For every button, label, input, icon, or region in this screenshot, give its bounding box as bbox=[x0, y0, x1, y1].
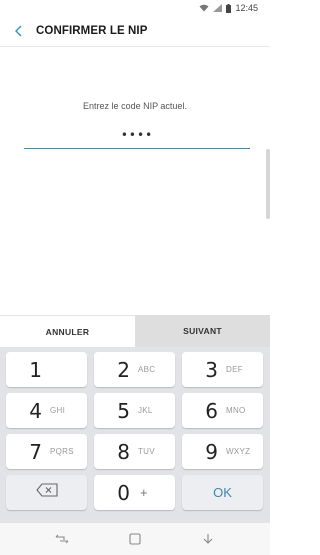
pin-content: Entrez le code NIP actuel. •••• bbox=[0, 47, 270, 315]
key-letters: MNO bbox=[226, 406, 246, 415]
next-button[interactable]: SUIVANT bbox=[135, 315, 270, 347]
key-digit: 9 bbox=[205, 439, 218, 464]
backspace-icon bbox=[35, 483, 58, 502]
key-digit: 3 bbox=[205, 357, 218, 382]
key-digit: 1 bbox=[29, 357, 42, 382]
app-bar: CONFIRMER LE NIP bbox=[0, 16, 270, 46]
key-0[interactable]: 0 + bbox=[94, 475, 175, 510]
pin-prompt: Entrez le code NIP actuel. bbox=[83, 101, 187, 111]
key-letters: + bbox=[140, 485, 148, 500]
key-digit: 4 bbox=[29, 398, 42, 423]
key-letters: ABC bbox=[138, 365, 156, 374]
home-icon[interactable] bbox=[120, 524, 150, 554]
key-1[interactable]: 1 bbox=[6, 352, 87, 387]
key-letters: DEF bbox=[226, 365, 243, 374]
key-6[interactable]: 6 MNO bbox=[182, 393, 263, 428]
back-arrow-icon[interactable] bbox=[2, 16, 36, 46]
ok-key[interactable]: OK bbox=[182, 475, 263, 510]
action-row: ANNULER SUIVANT bbox=[0, 315, 270, 347]
status-time: 12:45 bbox=[235, 3, 258, 13]
key-letters: GHI bbox=[50, 406, 66, 415]
scroll-handle[interactable] bbox=[266, 149, 270, 219]
key-digit: 8 bbox=[117, 439, 130, 464]
key-letters: WXYZ bbox=[226, 447, 251, 456]
key-letters: JKL bbox=[138, 406, 153, 415]
key-8[interactable]: 8 TUV bbox=[94, 434, 175, 469]
backspace-key[interactable] bbox=[6, 475, 87, 510]
key-3[interactable]: 3 DEF bbox=[182, 352, 263, 387]
key-7[interactable]: 7 PQRS bbox=[6, 434, 87, 469]
key-digit: 0 bbox=[117, 480, 130, 505]
key-2[interactable]: 2 ABC bbox=[94, 352, 175, 387]
battery-icon bbox=[226, 3, 232, 13]
page-title: CONFIRMER LE NIP bbox=[36, 25, 148, 37]
cancel-button[interactable]: ANNULER bbox=[0, 315, 135, 347]
system-nav-bar bbox=[0, 523, 270, 555]
key-digit: 7 bbox=[29, 439, 42, 464]
key-9[interactable]: 9 WXYZ bbox=[182, 434, 263, 469]
key-digit: 2 bbox=[117, 357, 130, 382]
numeric-keypad: 1 2 ABC 3 DEF 4 GHI 5 JKL 6 MNO 7 PQRS 8… bbox=[0, 347, 270, 523]
wifi-icon bbox=[199, 4, 209, 12]
pin-input[interactable]: •••• bbox=[24, 125, 250, 149]
status-bar: 12:45 bbox=[0, 0, 270, 16]
signal-icon bbox=[213, 4, 223, 12]
key-5[interactable]: 5 JKL bbox=[94, 393, 175, 428]
recents-icon[interactable] bbox=[47, 524, 77, 554]
ok-label: OK bbox=[213, 485, 232, 500]
key-letters: PQRS bbox=[50, 447, 74, 456]
key-4[interactable]: 4 GHI bbox=[6, 393, 87, 428]
key-digit: 5 bbox=[117, 398, 130, 423]
key-letters: TUV bbox=[138, 447, 155, 456]
nav-back-icon[interactable] bbox=[193, 524, 223, 554]
key-digit: 6 bbox=[205, 398, 218, 423]
